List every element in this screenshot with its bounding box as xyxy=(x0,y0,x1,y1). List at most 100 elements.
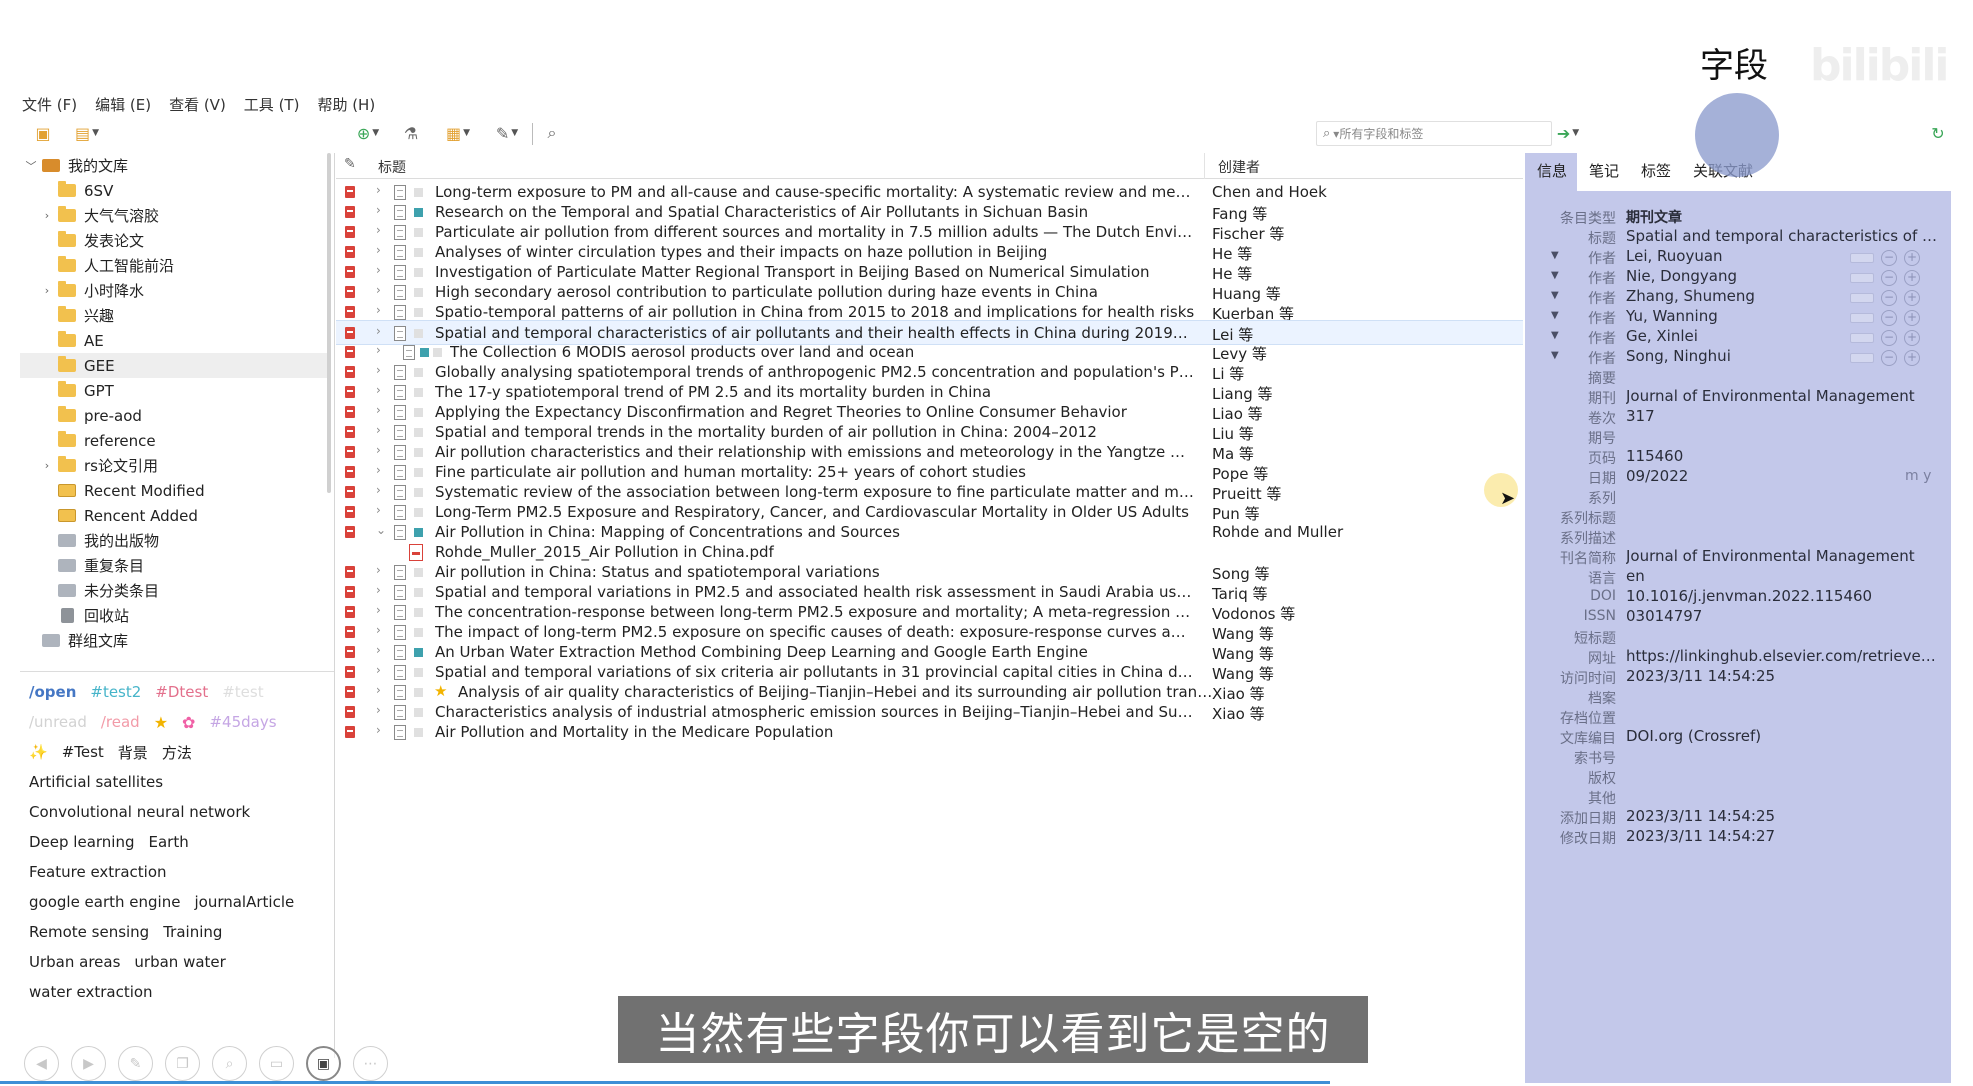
expand-chevron-icon[interactable]: › xyxy=(376,324,381,338)
expand-chevron-icon[interactable]: › xyxy=(376,303,381,317)
tag-sparkle-emoji[interactable]: ✨ xyxy=(29,743,48,761)
creator-column-header[interactable]: 创建者 xyxy=(1218,157,1260,177)
field-value[interactable]: 03014797 xyxy=(1626,607,1702,625)
tag-item[interactable]: Remote sensing xyxy=(29,923,149,941)
tag-item[interactable]: journalArticle xyxy=(194,893,294,911)
expand-chevron-icon[interactable]: ﹀ xyxy=(24,158,38,174)
zoom-icon[interactable]: ⌕ xyxy=(212,1046,247,1081)
field-value[interactable]: Song, Ninghui xyxy=(1626,347,1731,365)
tag-item[interactable]: Convolutional neural network xyxy=(29,803,250,821)
pdf-attachment-icon[interactable] xyxy=(345,446,355,458)
expand-chevron-icon[interactable]: › xyxy=(376,563,381,577)
field-value[interactable]: 10.1016/j.jenvman.2022.115460 xyxy=(1626,587,1872,605)
pdf-attachment-icon[interactable] xyxy=(345,646,355,658)
tab-notes[interactable]: 笔记 xyxy=(1577,153,1629,191)
add-creator-icon[interactable]: + xyxy=(1904,290,1920,306)
field-value[interactable]: Ge, Xinlei xyxy=(1626,327,1698,345)
tag-item[interactable]: Feature extraction xyxy=(29,863,167,881)
switch-mode-icon[interactable] xyxy=(1850,293,1874,303)
tag-star-emoji[interactable]: ★ xyxy=(154,713,168,732)
creator-type-caret-icon[interactable]: ▼ xyxy=(1551,250,1559,261)
field-value[interactable]: Journal of Environmental Management xyxy=(1626,547,1915,565)
pdf-attachment-icon[interactable] xyxy=(345,686,355,698)
remove-creator-icon[interactable]: − xyxy=(1881,270,1897,286)
video-progress-bar[interactable] xyxy=(0,1081,1330,1084)
field-value[interactable]: 2023/3/11 14:54:25 xyxy=(1626,667,1775,685)
tag-item[interactable]: Training xyxy=(163,923,222,941)
pdf-attachment-icon[interactable] xyxy=(345,466,355,478)
copy-icon[interactable]: ❐ xyxy=(165,1046,200,1081)
expand-chevron-icon[interactable]: › xyxy=(376,643,381,657)
tag-item[interactable]: Urban areas xyxy=(29,953,120,971)
tag-dtest[interactable]: #Dtest xyxy=(155,683,208,701)
sidebar-item-10[interactable]: pre-aod xyxy=(20,403,330,428)
expand-chevron-icon[interactable]: › xyxy=(376,623,381,637)
search-input[interactable]: ⌕ ▾ 所有字段和标签 xyxy=(1316,121,1552,146)
remove-creator-icon[interactable]: − xyxy=(1881,290,1897,306)
new-note-button[interactable]: ▦ ▼ xyxy=(438,120,478,146)
switch-mode-icon[interactable] xyxy=(1850,313,1874,323)
add-by-identifier-icon[interactable]: ⚗ xyxy=(400,120,422,146)
field-value[interactable]: 期刊文章 xyxy=(1626,207,1682,227)
sidebar-item-11[interactable]: reference xyxy=(20,428,330,453)
locate-button[interactable]: ➔ ▼ xyxy=(1550,120,1586,146)
pdf-attachment-icon[interactable] xyxy=(345,246,355,258)
pdf-attachment-icon[interactable] xyxy=(345,366,355,378)
expand-chevron-icon[interactable]: › xyxy=(376,243,381,257)
field-value[interactable]: 2023/3/11 14:54:25 xyxy=(1626,807,1775,825)
expand-chevron-icon[interactable]: › xyxy=(376,703,381,717)
record-icon[interactable]: ▣ xyxy=(306,1046,341,1081)
tag-test[interactable]: #test xyxy=(222,683,263,701)
sidebar-item-17[interactable]: 未分类条目 xyxy=(20,578,330,603)
add-creator-icon[interactable]: + xyxy=(1904,250,1920,266)
field-value[interactable]: Lei, Ruoyuan xyxy=(1626,247,1723,265)
expand-chevron-icon[interactable]: › xyxy=(376,263,381,277)
expand-chevron-icon[interactable]: › xyxy=(376,483,381,497)
pdf-attachment-icon[interactable] xyxy=(345,706,355,718)
pdf-attachment-icon[interactable] xyxy=(345,486,355,498)
menu-edit[interactable]: 编辑 (E) xyxy=(93,94,153,118)
pdf-attachment-icon[interactable] xyxy=(345,506,355,518)
attachment-column-icon[interactable]: ✎ xyxy=(344,156,356,172)
creator-type-caret-icon[interactable]: ▼ xyxy=(1551,270,1559,281)
new-library-menu-button[interactable]: ▤ ▼ xyxy=(68,120,106,146)
sidebar-item-14[interactable]: Rencent Added xyxy=(20,503,330,528)
tag-item[interactable]: water extraction xyxy=(29,983,153,1001)
sidebar-item-16[interactable]: 重复条目 xyxy=(20,553,330,578)
pdf-attachment-icon[interactable] xyxy=(345,606,355,618)
expand-chevron-icon[interactable]: › xyxy=(376,183,381,197)
title-column-header[interactable]: 标题 xyxy=(378,157,406,177)
expand-chevron-icon[interactable]: › xyxy=(376,683,381,697)
sidebar-item-15[interactable]: 我的出版物 xyxy=(20,528,330,553)
tag-45days[interactable]: #45days xyxy=(209,713,276,731)
pdf-attachment-icon[interactable] xyxy=(345,666,355,678)
expand-chevron-icon[interactable]: › xyxy=(376,423,381,437)
field-value[interactable]: 317 xyxy=(1626,407,1655,425)
creator-type-caret-icon[interactable]: ▼ xyxy=(1551,350,1559,361)
switch-mode-icon[interactable] xyxy=(1850,273,1874,283)
pen-icon[interactable]: ✎ xyxy=(118,1046,153,1081)
tag-item[interactable]: google earth engine xyxy=(29,893,180,911)
sidebar-item-4[interactable]: 人工智能前沿 xyxy=(20,253,330,278)
tag-read[interactable]: /read xyxy=(101,713,140,731)
pdf-attachment-icon[interactable] xyxy=(345,286,355,298)
advanced-search-icon[interactable]: ⌕ xyxy=(540,120,564,146)
tab-info[interactable]: 信息 xyxy=(1525,153,1578,191)
field-value[interactable]: 115460 xyxy=(1626,447,1683,465)
table-row[interactable]: › Air Pollution and Mortality in the Medi… xyxy=(336,720,1523,745)
menu-tools[interactable]: 工具 (T) xyxy=(242,94,302,118)
menu-help[interactable]: 帮助 (H) xyxy=(315,94,377,118)
expand-chevron-icon[interactable]: › xyxy=(376,583,381,597)
sidebar-item-12[interactable]: › rs论文引用 xyxy=(20,453,330,478)
pdf-attachment-icon[interactable] xyxy=(345,266,355,278)
expand-chevron-icon[interactable]: › xyxy=(40,284,54,297)
screen-icon[interactable]: ▭ xyxy=(259,1046,294,1081)
expand-chevron-icon[interactable]: › xyxy=(376,443,381,457)
sidebar-item-6[interactable]: 兴趣 xyxy=(20,303,330,328)
expand-chevron-icon[interactable]: › xyxy=(376,383,381,397)
field-value[interactable]: Yu, Wanning xyxy=(1626,307,1718,325)
sync-icon[interactable]: ↻ xyxy=(1927,120,1949,146)
creator-type-caret-icon[interactable]: ▼ xyxy=(1551,310,1559,321)
tag-unread[interactable]: /unread xyxy=(29,713,87,731)
attachment-menu-button[interactable]: ✎ ▼ xyxy=(488,120,526,146)
